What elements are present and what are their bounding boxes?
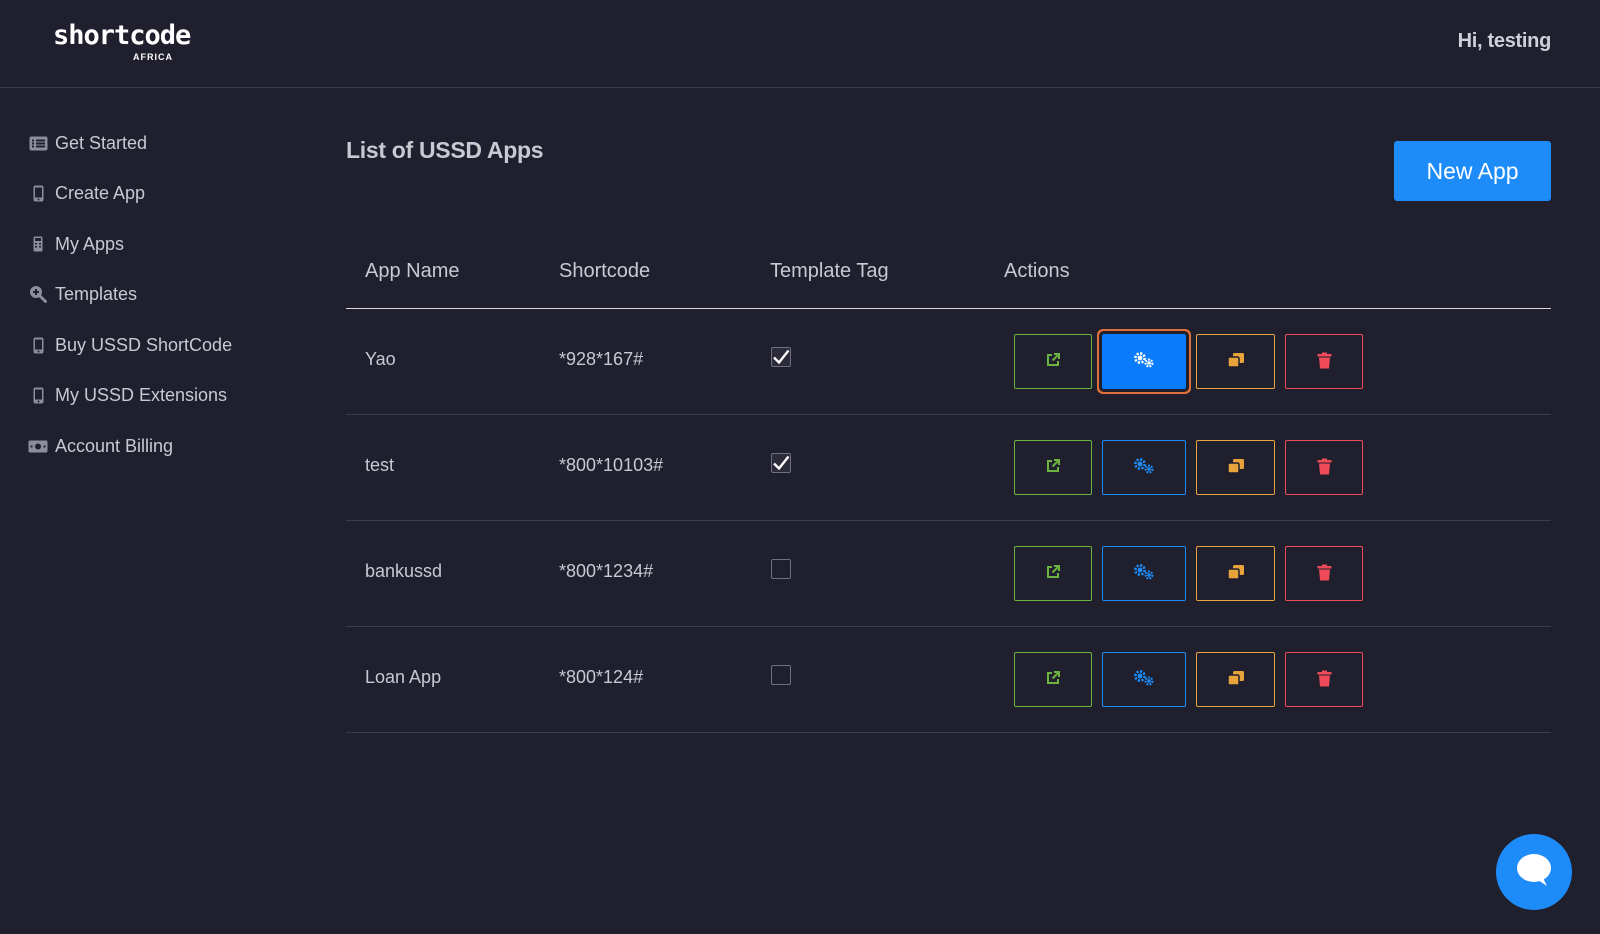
copy-icon <box>1226 458 1245 477</box>
open-external-icon <box>1045 564 1061 583</box>
search-zoom-icon <box>27 285 49 303</box>
open-app-button[interactable] <box>1014 652 1092 707</box>
table-row: Yao *928*167# <box>346 309 1551 415</box>
app-shortcode: *800*10103# <box>559 455 664 475</box>
table-header: App Name Shortcode Template Tag Actions <box>346 252 1551 309</box>
sidebar-item-buy-ussd-shortcode[interactable]: Buy USSD ShortCode <box>27 330 232 360</box>
sidebar-item-label: Templates <box>55 283 138 304</box>
delete-app-button[interactable] <box>1285 546 1363 601</box>
sidebar-item-label: Account Billing <box>55 435 174 456</box>
gears-icon <box>1132 669 1156 690</box>
app-name: test <box>365 455 395 475</box>
template-tag-checkbox[interactable] <box>771 559 791 579</box>
gears-icon <box>1132 351 1156 372</box>
configure-app-button[interactable] <box>1102 652 1186 707</box>
phone-icon <box>27 386 49 404</box>
app-name: Loan App <box>365 667 442 687</box>
sidebar-item-my-ussd-extensions[interactable]: My USSD Extensions <box>27 380 227 410</box>
gears-icon <box>1132 457 1156 478</box>
list-icon <box>27 134 49 152</box>
user-greeting[interactable]: Hi, testing <box>1458 30 1552 53</box>
template-tag-checkbox[interactable] <box>771 665 791 685</box>
top-bar: shortcode AFRICA Hi, testing <box>0 0 1600 88</box>
open-app-button[interactable] <box>1014 334 1092 389</box>
copy-app-button[interactable] <box>1196 440 1275 495</box>
open-external-icon <box>1045 352 1061 371</box>
checkmark-icon <box>773 349 790 365</box>
app-name: bankussd <box>365 561 443 581</box>
sidebar-item-label: My USSD Extensions <box>55 384 228 405</box>
phone-keypad-icon <box>27 235 49 253</box>
brand-name: shortcode <box>53 20 191 51</box>
sidebar-item-label: My Apps <box>55 233 125 254</box>
brand-logo[interactable]: shortcode AFRICA <box>53 20 191 64</box>
template-tag-checkbox[interactable] <box>771 453 791 473</box>
column-header-shortcode: Shortcode <box>559 260 651 282</box>
chat-widget-button[interactable] <box>1496 834 1572 910</box>
gears-icon <box>1132 563 1156 584</box>
sidebar-item-create-app[interactable]: Create App <box>27 178 145 208</box>
copy-app-button[interactable] <box>1196 334 1275 389</box>
checkmark-icon <box>773 455 790 471</box>
phone-icon <box>27 336 49 354</box>
table-row: bankussd *800*1234# <box>346 521 1551 627</box>
phone-icon <box>27 184 49 202</box>
open-app-button[interactable] <box>1014 546 1092 601</box>
sidebar-item-label: Buy USSD ShortCode <box>55 334 233 355</box>
brand-sub: AFRICA <box>133 52 173 62</box>
configure-app-button[interactable] <box>1102 440 1186 495</box>
trash-icon <box>1317 458 1332 478</box>
delete-app-button[interactable] <box>1285 652 1363 707</box>
column-header-actions: Actions <box>1004 260 1070 282</box>
sidebar-item-my-apps[interactable]: My Apps <box>27 229 124 259</box>
trash-icon <box>1317 564 1332 584</box>
sidebar-item-account-billing[interactable]: Account Billing <box>27 431 173 461</box>
delete-app-button[interactable] <box>1285 440 1363 495</box>
chat-bubble-icon <box>1514 851 1554 894</box>
new-app-button[interactable]: New App <box>1394 141 1551 201</box>
configure-app-button[interactable] <box>1102 546 1186 601</box>
copy-icon <box>1226 670 1245 689</box>
copy-app-button[interactable] <box>1196 652 1275 707</box>
trash-icon <box>1317 670 1332 690</box>
copy-icon <box>1226 352 1245 371</box>
open-app-button[interactable] <box>1014 440 1092 495</box>
sidebar-item-templates[interactable]: Templates <box>27 279 137 309</box>
template-tag-checkbox[interactable] <box>771 347 791 367</box>
sidebar-item-label: Get Started <box>55 132 148 153</box>
app-shortcode: *800*1234# <box>559 561 654 581</box>
trash-icon <box>1317 352 1332 372</box>
apps-table: App Name Shortcode Template Tag Actions … <box>346 252 1551 733</box>
copy-icon <box>1226 564 1245 583</box>
table-row: Loan App *800*124# <box>346 627 1551 733</box>
money-icon <box>27 437 49 455</box>
column-header-app-name: App Name <box>365 260 460 282</box>
delete-app-button[interactable] <box>1285 334 1363 389</box>
configure-app-button[interactable] <box>1102 334 1186 389</box>
sidebar-item-get-started[interactable]: Get Started <box>27 128 147 158</box>
open-external-icon <box>1045 670 1061 689</box>
column-header-template-tag: Template Tag <box>770 260 889 282</box>
app-shortcode: *928*167# <box>559 349 644 369</box>
app-shortcode: *800*124# <box>559 667 644 687</box>
table-row: test *800*10103# <box>346 415 1551 521</box>
sidebar-item-label: Create App <box>55 182 146 203</box>
copy-app-button[interactable] <box>1196 546 1275 601</box>
open-external-icon <box>1045 458 1061 477</box>
app-name: Yao <box>365 349 396 369</box>
page-title: List of USSD Apps <box>346 137 544 163</box>
